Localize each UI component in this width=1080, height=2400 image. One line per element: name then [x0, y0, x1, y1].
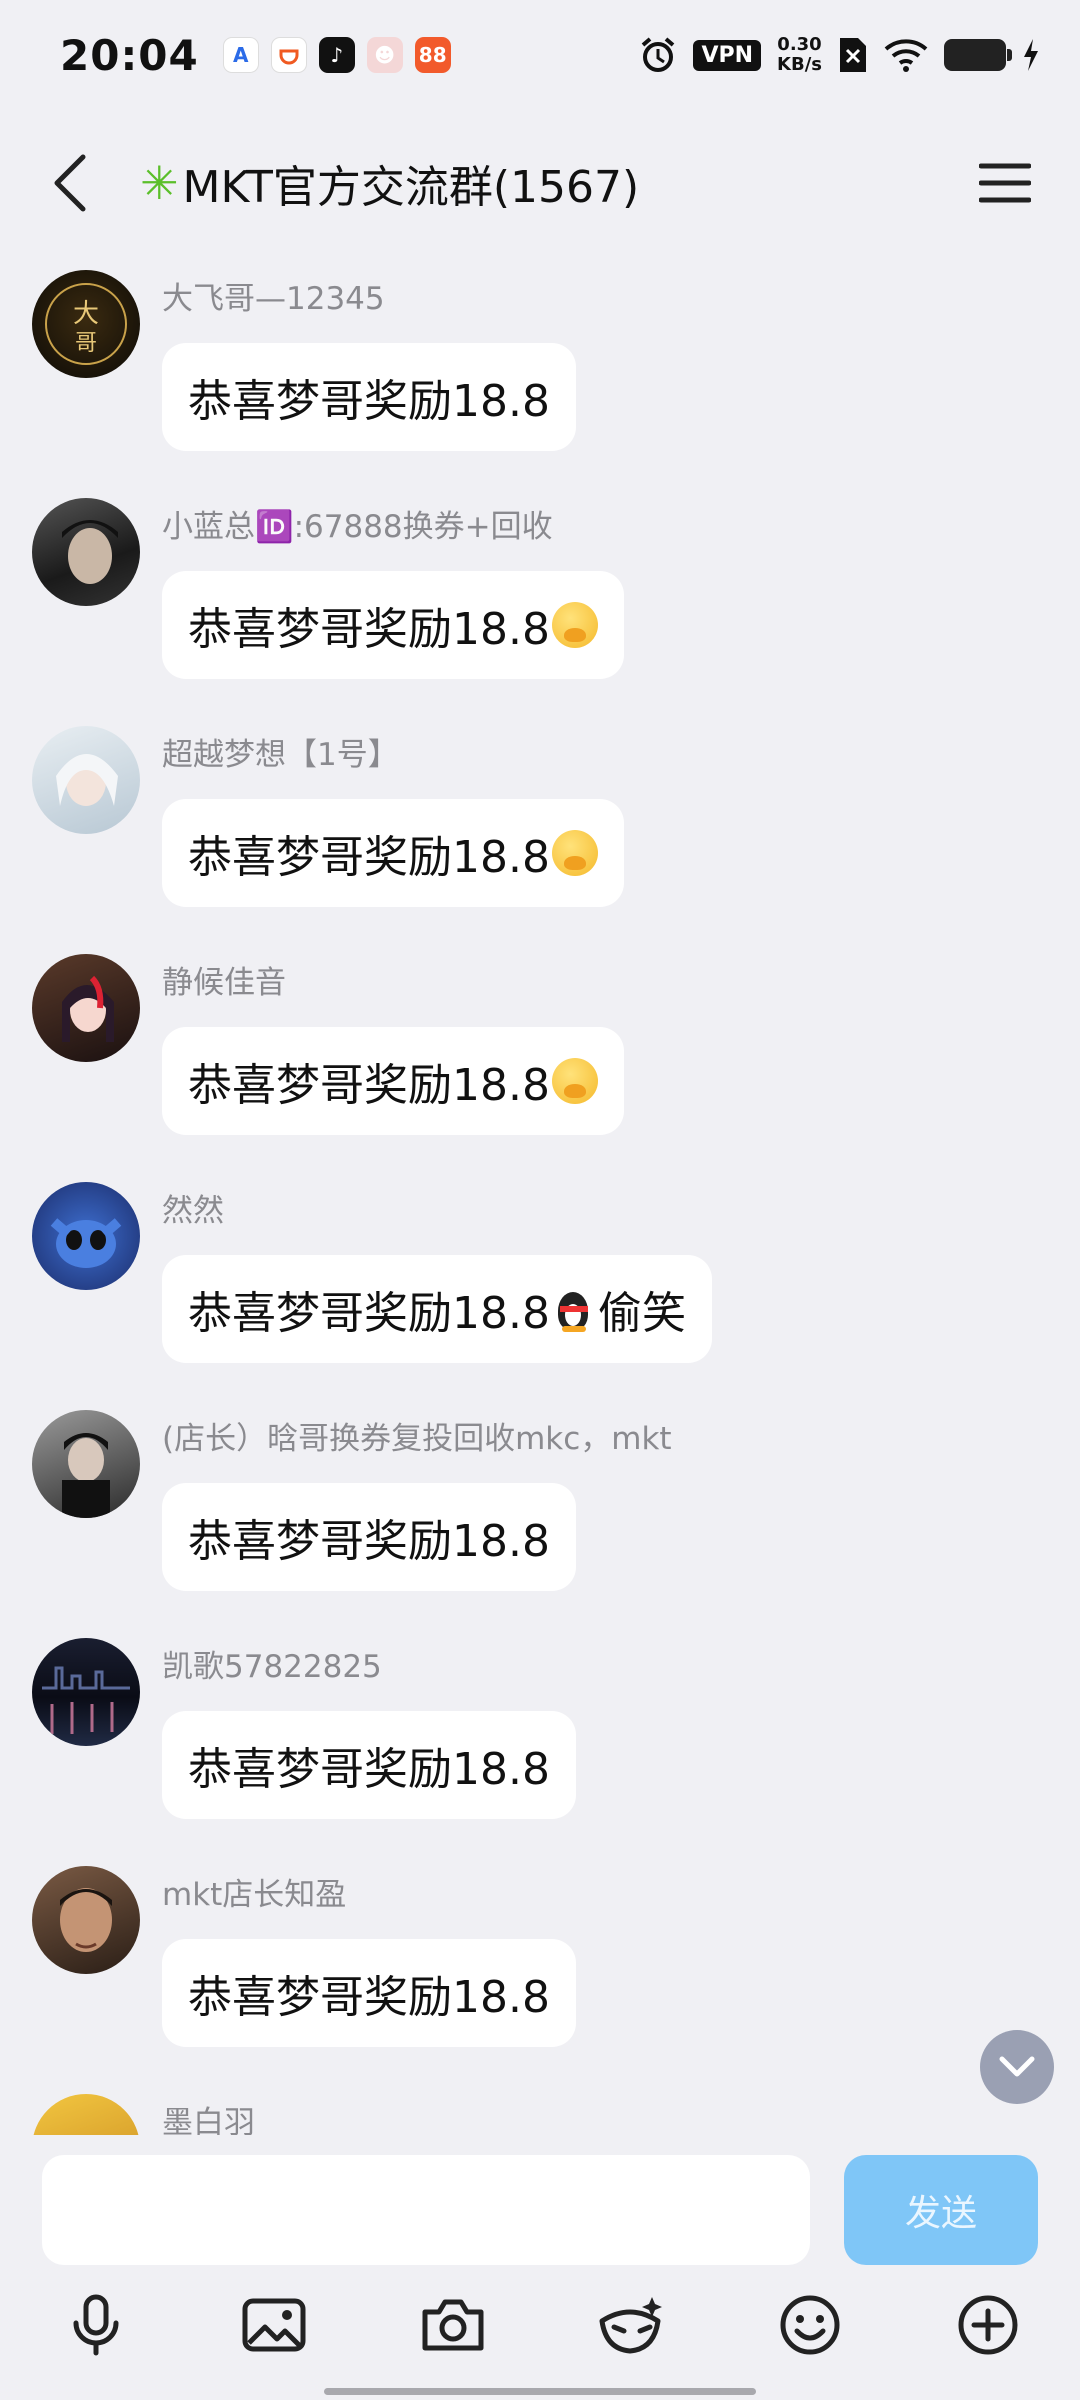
menu-button[interactable] — [970, 148, 1040, 218]
message-text: 恭喜梦哥奖励18.8 — [188, 1972, 550, 2023]
chat-title[interactable]: ✳ MKT官方交流群(1567) — [140, 151, 639, 215]
avatar[interactable] — [32, 2094, 140, 2135]
photo-button[interactable] — [234, 2285, 314, 2365]
shy-smile-emoji-icon — [551, 830, 598, 876]
app-notification-icon: 88 — [414, 37, 451, 73]
group-name: MKT官方交流群(1567) — [182, 161, 640, 213]
alarm-icon — [642, 37, 675, 72]
red-packet-button[interactable] — [591, 2285, 671, 2365]
message-item: 超越梦想【1号】 恭喜梦哥奖励18.8 — [0, 711, 1080, 939]
compose-area: 发送 — [0, 2135, 1080, 2400]
app-notification-icon — [270, 37, 307, 73]
app-notification-icon: ☻ — [366, 37, 403, 73]
network-speed: 0.30 KB/s — [777, 34, 822, 75]
hamburger-menu-icon — [979, 163, 1031, 202]
sender-name: 静候佳音 — [162, 965, 286, 1001]
shy-smile-emoji-icon — [551, 1058, 598, 1104]
message-item: 小蓝总🆔:67888换券+回收 恭喜梦哥奖励18.8 — [0, 483, 1080, 711]
message-item: 大哥 大飞哥—12345 恭喜梦哥奖励18.8 — [0, 255, 1080, 483]
camera-icon — [422, 2299, 484, 2351]
message-bubble[interactable]: 恭喜梦哥奖励18.8 — [162, 1027, 624, 1135]
message-text: 恭喜梦哥奖励18.8 — [188, 376, 550, 427]
message-text: 恭喜梦哥奖励18.8 — [188, 604, 550, 655]
message-input[interactable] — [42, 2155, 810, 2265]
sender-name: (店长）晗哥换券复投回收mkc，mkt — [162, 1421, 672, 1457]
notification-icons: A ♪ ☻ 88 — [222, 37, 451, 73]
compose-toolbar — [0, 2285, 1080, 2375]
avatar[interactable] — [32, 1638, 140, 1746]
app-notification-icon: A — [222, 37, 259, 73]
shy-smile-emoji-icon — [551, 602, 598, 648]
chat-header: ✳ MKT官方交流群(1567) — [0, 110, 1080, 255]
message-item: (店长）晗哥换券复投回收mkc，mkt 恭喜梦哥奖励18.8 — [0, 1395, 1080, 1623]
chevron-down-icon — [999, 2056, 1035, 2077]
message-list[interactable]: 大哥 大飞哥—12345 恭喜梦哥奖励18.8 小蓝总🆔:67888换券+回收 … — [0, 255, 1080, 2135]
more-button[interactable] — [948, 2285, 1028, 2365]
emoji-label: 偷笑 — [597, 1288, 686, 1339]
avatar[interactable] — [32, 954, 140, 1062]
sender-name: 墨白羽 — [162, 2105, 255, 2135]
send-button[interactable]: 发送 — [844, 2155, 1038, 2265]
sender-name: 超越梦想【1号】 — [162, 737, 399, 773]
sender-name: 然然 — [162, 1193, 224, 1229]
green-asterisk-icon: ✳ — [140, 155, 179, 210]
avatar[interactable] — [32, 1866, 140, 1974]
message-item: 静候佳音 恭喜梦哥奖励18.8 — [0, 939, 1080, 1167]
message-bubble[interactable]: 恭喜梦哥奖励18.8 — [162, 799, 624, 907]
app-notification-icon: ♪ — [318, 37, 355, 73]
back-button[interactable] — [40, 143, 100, 223]
chat-screen: 20:04 A ♪ ☻ 88 VPN 0.30 KB/s ✳ MKT官方交流群(… — [0, 0, 1080, 2400]
vpn-badge: VPN — [693, 39, 762, 71]
avatar[interactable] — [32, 498, 140, 606]
avatar[interactable] — [32, 726, 140, 834]
message-bubble[interactable]: 恭喜梦哥奖励18.8 — [162, 1483, 576, 1591]
microphone-icon — [73, 2294, 119, 2356]
chevron-left-icon — [54, 154, 86, 211]
message-item: 凯歌57822825 恭喜梦哥奖励18.8 — [0, 1623, 1080, 1851]
svg-text:大: 大 — [73, 299, 99, 329]
battery-icon — [944, 39, 1012, 71]
message-item: 然然 恭喜梦哥奖励18.8 偷笑 — [0, 1167, 1080, 1395]
message-text: 恭喜梦哥奖励18.8 — [188, 1744, 550, 1795]
message-bubble[interactable]: 恭喜梦哥奖励18.8 — [162, 1711, 576, 1819]
svg-text:哥: 哥 — [75, 331, 97, 356]
sparkle-mask-icon — [599, 2297, 663, 2354]
message-text: 恭喜梦哥奖励18.8 — [188, 1288, 550, 1339]
no-sim-icon — [840, 38, 866, 72]
camera-button[interactable] — [413, 2285, 493, 2365]
wifi-icon — [884, 39, 928, 72]
message-item: mkt店长知盈 恭喜梦哥奖励18.8 — [0, 1851, 1080, 2079]
emoji-button[interactable] — [770, 2285, 850, 2365]
sender-name: 凯歌57822825 — [162, 1649, 382, 1685]
image-icon — [242, 2298, 306, 2352]
avatar[interactable]: 大哥 — [32, 270, 140, 378]
avatar[interactable] — [32, 1410, 140, 1518]
message-text: 恭喜梦哥奖励18.8 — [188, 832, 550, 883]
sender-name: mkt店长知盈 — [162, 1877, 347, 1913]
message-bubble[interactable]: 恭喜梦哥奖励18.8 — [162, 571, 624, 679]
scroll-to-bottom-button[interactable] — [980, 2030, 1054, 2104]
avatar[interactable] — [32, 1182, 140, 1290]
message-bubble[interactable]: 恭喜梦哥奖励18.8 偷笑 — [162, 1255, 712, 1363]
voice-button[interactable] — [56, 2285, 136, 2365]
message-bubble[interactable]: 恭喜梦哥奖励18.8 — [162, 343, 576, 451]
message-text: 恭喜梦哥奖励18.8 — [188, 1516, 550, 1567]
status-bar: 20:04 A ♪ ☻ 88 VPN 0.30 KB/s — [0, 0, 1080, 110]
sender-name: 大飞哥—12345 — [162, 281, 385, 317]
message-item: 墨白羽 — [0, 2079, 1080, 2135]
smiley-face-icon — [780, 2295, 840, 2355]
message-text: 恭喜梦哥奖励18.8 — [188, 1060, 550, 1111]
penguin-emoji-icon — [554, 1286, 592, 1332]
message-bubble[interactable]: 恭喜梦哥奖励18.8 — [162, 1939, 576, 2047]
sender-name: 小蓝总🆔:67888换券+回收 — [162, 509, 553, 545]
plus-circle-icon — [958, 2295, 1018, 2355]
status-time: 20:04 — [60, 30, 199, 80]
status-right: VPN 0.30 KB/s — [639, 35, 1040, 75]
home-indicator[interactable] — [324, 2388, 756, 2395]
charging-icon — [1024, 39, 1038, 71]
